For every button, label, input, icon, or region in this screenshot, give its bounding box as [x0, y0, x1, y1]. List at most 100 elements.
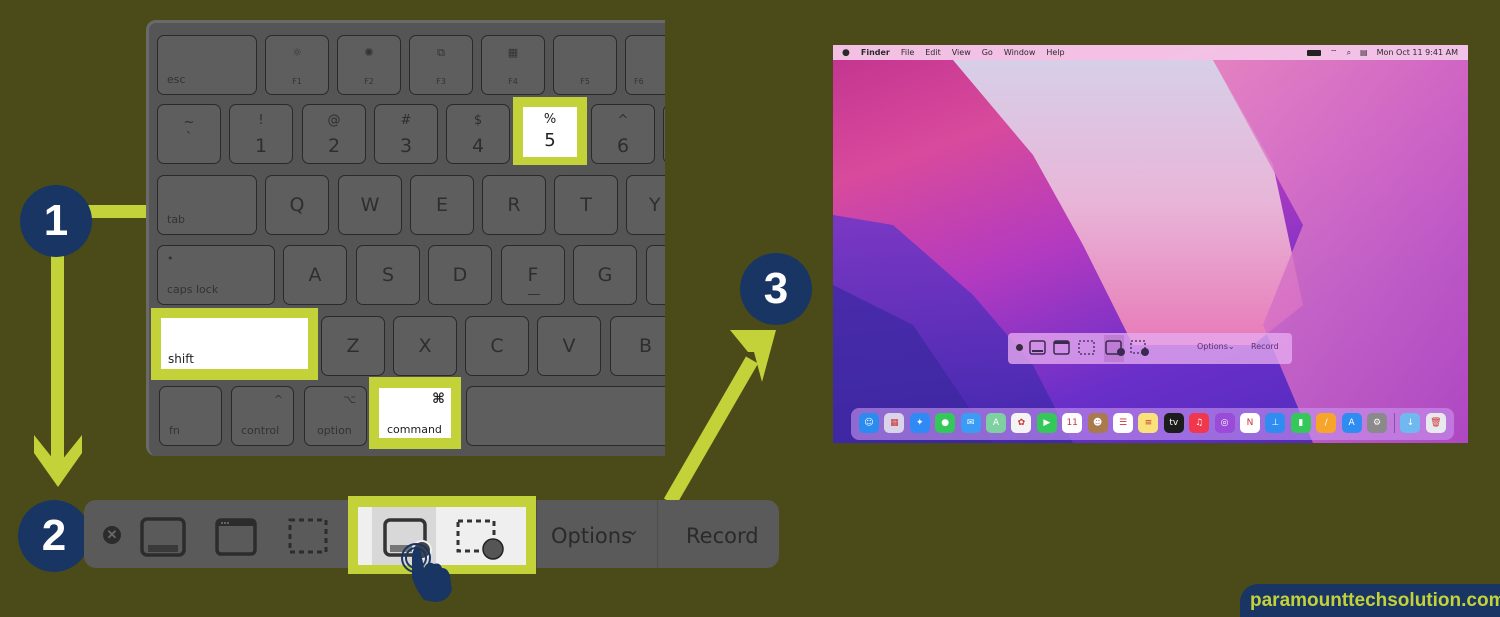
key-tab: tab: [157, 175, 257, 235]
key-f6: F6: [625, 35, 665, 95]
key-esc: esc: [157, 35, 257, 95]
step-badge-1: 1: [20, 185, 92, 257]
dock-app-music[interactable]: ♫: [1189, 413, 1210, 433]
launchpad-icon: ▦: [507, 46, 519, 59]
capture-entire-screen-button[interactable]: [140, 517, 186, 557]
command-icon: ⌘: [432, 391, 445, 407]
key-a: A: [283, 245, 347, 305]
home-bump: [528, 294, 540, 295]
search-icon[interactable]: ⌕: [1347, 48, 1351, 58]
dock-app-maps[interactable]: A: [986, 413, 1006, 433]
dock-app-numbers[interactable]: ▮: [1290, 413, 1311, 433]
dock-app-keynote[interactable]: ⊥: [1265, 413, 1286, 433]
dock-app-pages[interactable]: /: [1316, 413, 1337, 433]
dock-app-photos[interactable]: ✿: [1011, 413, 1032, 433]
dock-app-finder[interactable]: ☺: [859, 413, 879, 433]
key-q: Q: [265, 175, 329, 235]
apple-menu-icon[interactable]: ●: [842, 48, 850, 58]
dock-app-notes[interactable]: ≡: [1138, 413, 1159, 433]
key-g: G: [573, 245, 637, 305]
key-s: S: [356, 245, 420, 305]
menu-help[interactable]: Help: [1046, 48, 1064, 57]
step-badge-2: 2: [18, 500, 90, 572]
wallpaper: [833, 60, 1468, 443]
dock-app-mail[interactable]: ✉: [960, 413, 981, 433]
key-x: X: [393, 316, 457, 376]
mission-control-icon: ⧉: [437, 46, 445, 59]
mini-capture-window-icon[interactable]: [1053, 340, 1070, 355]
capture-selected-window-button[interactable]: [215, 518, 257, 556]
key-fn: fn: [159, 386, 222, 446]
toolbar-separator: [657, 500, 658, 568]
key-d: D: [428, 245, 492, 305]
key-f3: ⧉ F3: [409, 35, 473, 95]
dock-app-reminders[interactable]: ☰: [1113, 413, 1133, 433]
menu-bar: ● Finder File Edit View Go Window Help ⌔…: [833, 45, 1468, 60]
dock-app-messages[interactable]: ●: [935, 413, 956, 433]
dock-app-facetime[interactable]: ▶: [1036, 413, 1057, 433]
key-t: T: [554, 175, 618, 235]
connector-line-1: [88, 205, 146, 218]
capture-selected-portion-button[interactable]: [287, 517, 329, 555]
wifi-icon[interactable]: ⌔: [1330, 48, 1338, 58]
hand-pointer-icon: [401, 543, 452, 602]
menu-edit[interactable]: Edit: [925, 48, 941, 57]
mini-capture-screen-icon[interactable]: [1029, 340, 1046, 355]
dock-app-system-preferences[interactable]: ⚙: [1367, 413, 1387, 433]
watermark: paramounttechsolution.com: [1240, 584, 1500, 617]
menu-go[interactable]: Go: [982, 48, 993, 57]
key-4: $ 4: [446, 104, 510, 164]
key-r: R: [482, 175, 546, 235]
dock-app-downloads[interactable]: ↓: [1400, 413, 1421, 433]
mini-record-portion-icon[interactable]: [1130, 340, 1152, 357]
key-y: Y: [626, 175, 665, 235]
key-backtick: ~ `: [157, 104, 221, 164]
dock-app-trash[interactable]: 🗑: [1425, 413, 1446, 433]
mini-options-button[interactable]: Options⌄: [1197, 342, 1235, 351]
options-button[interactable]: Options: [551, 524, 632, 548]
dock-app-news[interactable]: N: [1240, 413, 1260, 433]
step-badge-3: 3: [740, 253, 812, 325]
key-5-highlighted: % 5: [523, 107, 577, 157]
key-c: C: [465, 316, 529, 376]
dock-app-app-store[interactable]: A: [1341, 413, 1362, 433]
arrow-shaft-1-to-2: [51, 245, 64, 465]
brightness-low-icon: ☼: [292, 46, 302, 59]
control-center-icon[interactable]: ▤: [1360, 48, 1368, 57]
battery-icon[interactable]: [1307, 49, 1322, 56]
menu-finder[interactable]: Finder: [861, 48, 890, 57]
toolbar-separator: [536, 500, 537, 568]
mini-record-screen-icon[interactable]: [1105, 340, 1127, 357]
menu-view[interactable]: View: [952, 48, 971, 57]
dock-app-podcasts[interactable]: ◎: [1214, 413, 1235, 433]
dock-app-safari[interactable]: ✦: [909, 413, 930, 433]
dock-app-calendar[interactable]: 11: [1062, 413, 1083, 433]
mac-desktop-screenshot: ● Finder File Edit View Go Window Help ⌔…: [833, 45, 1468, 443]
key-space: [466, 386, 665, 446]
dock-app-launchpad[interactable]: ▦: [884, 413, 905, 433]
key-shift-highlighted: shift: [161, 318, 308, 369]
key-w: W: [338, 175, 402, 235]
key-v: V: [537, 316, 601, 376]
mini-record-button[interactable]: Record: [1251, 342, 1279, 351]
key-f5: F5: [553, 35, 617, 95]
key-6: ^ 6: [591, 104, 655, 164]
key-1: ! 1: [229, 104, 293, 164]
record-button[interactable]: Record: [686, 524, 759, 548]
dock-app-tv[interactable]: tv: [1163, 413, 1184, 433]
status-area: ⌔ ⌕ ▤ Mon Oct 11 9:41 AM: [1307, 45, 1458, 60]
key-b: B: [610, 316, 665, 376]
arrow-2-to-3: [663, 330, 776, 506]
menu-window[interactable]: Window: [1004, 48, 1036, 57]
record-selected-portion-button[interactable]: [455, 518, 507, 562]
close-button[interactable]: ✕: [103, 526, 121, 544]
mini-capture-portion-icon[interactable]: [1078, 340, 1095, 355]
key-7-partial: [663, 104, 665, 164]
mini-close-icon[interactable]: [1016, 344, 1023, 351]
clock[interactable]: Mon Oct 11 9:41 AM: [1377, 48, 1458, 57]
key-f4: ▦ F4: [481, 35, 545, 95]
dock-app-contacts[interactable]: ☻: [1087, 413, 1108, 433]
menu-file[interactable]: File: [901, 48, 914, 57]
key-h-partial: [646, 245, 665, 305]
arrow-down-icon: [34, 435, 82, 487]
